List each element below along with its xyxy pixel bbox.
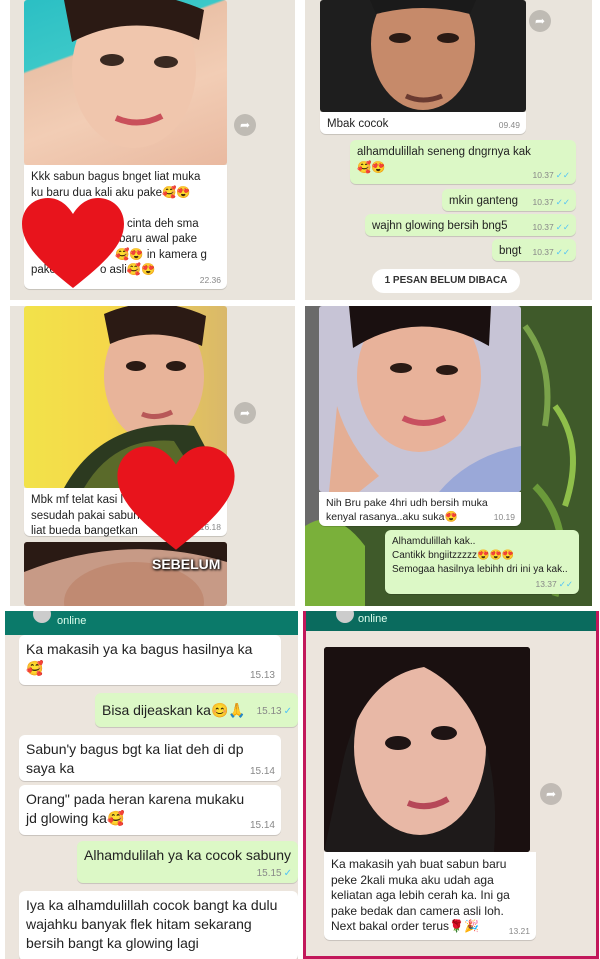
message-time: 10.37 xyxy=(532,196,554,207)
message-text: alhamdulillah seneng dngrnya kak 🥰😍 xyxy=(357,146,531,174)
forward-icon[interactable]: ➦ xyxy=(234,114,256,136)
message-bubble: Sabun'y bagus bgt ka liat deh di dp saya… xyxy=(19,735,281,781)
message-text: Sabun'y bagus bgt ka liat deh di dp saya… xyxy=(26,741,244,776)
message-time: 15.14 xyxy=(249,819,275,831)
message-bubble: Mbak cocok 09.49 xyxy=(320,112,526,134)
read-ticks-icon: ✓ xyxy=(283,867,292,879)
read-ticks-icon: ✓✓ xyxy=(555,221,570,232)
message-text: Ka makasih yah buat sabun baru peke 2kal… xyxy=(331,857,510,934)
unread-banner-label: 1 PESAN BELUM DIBACA xyxy=(384,275,508,286)
before-label: SEBELUM xyxy=(152,556,221,572)
message-text: Mbak cocok xyxy=(327,118,389,130)
forward-icon[interactable]: ➦ xyxy=(529,10,551,32)
message-text: Orang" pada heran karena mukaku jd glowi… xyxy=(26,791,245,826)
customer-photo[interactable] xyxy=(320,0,526,112)
forward-icon[interactable]: ➦ xyxy=(540,783,562,805)
read-ticks-icon: ✓ xyxy=(283,706,292,717)
reply-bubble: Bisa dijeaskan ka😊🙏 15.13 ✓ xyxy=(95,693,298,727)
message-time: 10.19 xyxy=(493,511,515,522)
message-time: 10.37 xyxy=(532,221,554,232)
read-ticks-icon: ✓✓ xyxy=(555,246,570,257)
message-text: Cantikk bngiitzzzzz😍😍😍 xyxy=(392,550,515,561)
avatar[interactable] xyxy=(33,611,51,623)
read-ticks-icon: ✓✓ xyxy=(555,169,570,180)
reply-bubble: wajhn glowing bersih bng5 10.37 ✓✓ xyxy=(365,214,576,236)
reply-bubble: Alhamdulilah ya ka cocok sabuny 15.15 ✓ xyxy=(77,841,298,883)
forward-icon[interactable]: ➦ xyxy=(234,402,256,424)
customer-photo[interactable] xyxy=(24,0,227,165)
panel-testimonial-6: online ➦ Ka makasih yah buat sabun baru … xyxy=(303,611,599,959)
message-time: 22.36 xyxy=(199,274,221,285)
message-text: Ka makasih ya ka bagus hasilnya ka 🥰 xyxy=(26,641,253,676)
message-bubble: Orang" pada heran karena mukaku jd glowi… xyxy=(19,785,281,835)
message-time: 10.37 xyxy=(532,169,554,180)
chat-header: online xyxy=(5,611,298,635)
customer-photo[interactable] xyxy=(324,647,530,852)
read-ticks-icon: ✓✓ xyxy=(558,579,573,590)
panel-testimonial-2: ➦ Mbak cocok 09.49 alhamdulillah seneng … xyxy=(305,0,592,300)
message-bubble: Ka makasih yah buat sabun baru peke 2kal… xyxy=(324,852,536,940)
message-text: Bisa dijeaskan ka😊🙏 xyxy=(102,702,246,718)
panel-testimonial-3: ➦ Mbk mf telat kasi l sesudah pakai sabu… xyxy=(10,306,295,606)
panel-testimonial-4: Nih Bru pake 4hri udh bersih muka kenyal… xyxy=(305,306,592,606)
message-time: 13.37 xyxy=(535,579,557,590)
message-text: wajhn glowing bersih bng5 xyxy=(372,220,508,232)
message-time: 13.21 xyxy=(508,925,530,936)
heart-icon xyxy=(22,198,124,288)
message-text: Alhamdulillah kak.. xyxy=(392,536,476,547)
avatar[interactable] xyxy=(336,611,354,623)
reply-bubble: mkin ganteng 10.37 ✓✓ xyxy=(442,189,576,211)
message-bubble: Iya ka alhamdulillah cocok bangt ka dulu… xyxy=(19,891,298,959)
online-status: online xyxy=(57,615,87,627)
message-text: mkin ganteng xyxy=(449,195,519,207)
message-text: Iya ka alhamdulillah cocok bangt ka dulu… xyxy=(26,897,278,951)
message-time: 15.15 xyxy=(256,867,282,879)
panel-testimonial-1: ➦ Kkk sabun bagus bnget liat muka ku bar… xyxy=(10,0,295,300)
message-bubble: Nih Bru pake 4hri udh bersih muka kenyal… xyxy=(319,492,521,526)
message-bubble: Ka makasih ya ka bagus hasilnya ka 🥰 15.… xyxy=(19,635,281,685)
read-ticks-icon: ✓✓ xyxy=(555,196,570,207)
message-time: 15.14 xyxy=(249,765,275,777)
message-text: Alhamdulilah ya ka cocok sabuny xyxy=(84,847,292,863)
chat-header: online xyxy=(306,611,596,631)
message-text: Semogaa hasilnya lebihh dri ini ya kak.. xyxy=(392,564,568,575)
reply-bubble: alhamdulillah seneng dngrnya kak 🥰😍 10.3… xyxy=(350,140,576,184)
reply-bubble: Alhamdulillah kak.. Cantikk bngiitzzzzz😍… xyxy=(385,530,579,594)
message-time: 09.49 xyxy=(498,119,520,130)
heart-icon xyxy=(117,446,235,550)
panel-testimonial-5: online Ka makasih ya ka bagus hasilnya k… xyxy=(5,611,298,959)
reply-bubble: bngt 10.37 ✓✓ xyxy=(492,239,576,261)
customer-photo[interactable] xyxy=(319,306,521,492)
message-text: Nih Bru pake 4hri udh bersih muka kenyal… xyxy=(326,497,488,523)
message-time: 15.13 xyxy=(249,669,275,681)
message-text: bngt xyxy=(499,245,522,257)
message-time: 15.13 xyxy=(256,706,282,717)
message-time: 10.37 xyxy=(532,246,554,257)
unread-banner: 1 PESAN BELUM DIBACA xyxy=(372,269,520,293)
online-status: online xyxy=(358,613,388,625)
